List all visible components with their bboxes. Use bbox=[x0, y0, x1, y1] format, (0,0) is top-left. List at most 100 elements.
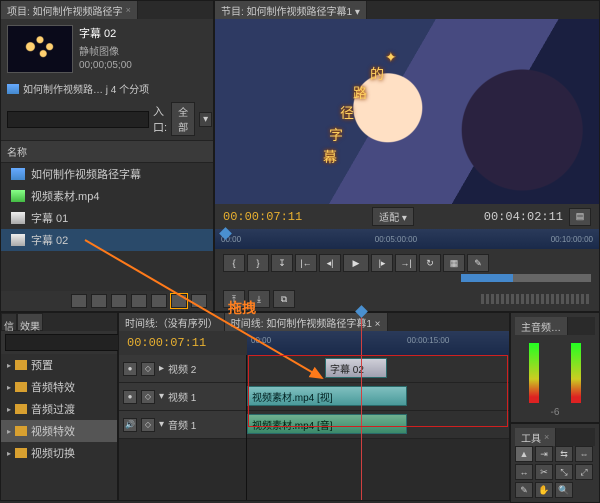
track-lock-button[interactable]: ◇ bbox=[141, 390, 155, 404]
folder-icon bbox=[7, 84, 19, 94]
effects-tree: ▸预置 ▸音频特效 ▸音频过渡 ▸视频特效 ▸视频切换 bbox=[1, 354, 117, 500]
ripple-tool[interactable]: ⇆ bbox=[555, 446, 573, 462]
effects-folder[interactable]: ▸音频特效 bbox=[1, 376, 117, 398]
current-timecode[interactable]: 00:00:07:11 bbox=[223, 210, 302, 224]
rolling-tool[interactable]: ⇔ bbox=[575, 446, 593, 462]
new-item-button[interactable] bbox=[171, 294, 187, 308]
asset-item[interactable]: 如何制作视频路径字幕 bbox=[1, 163, 213, 185]
set-in-button[interactable]: ↧ bbox=[271, 254, 293, 272]
total-timecode: 00:04:02:11 bbox=[484, 210, 563, 224]
asset-list: 如何制作视频路径字幕 视频素材.mp4 字幕 01 字幕 02 bbox=[1, 163, 213, 291]
trash-button[interactable] bbox=[191, 294, 207, 308]
track-lane[interactable]: 视频素材.mp4 [音] bbox=[247, 411, 509, 439]
title-icon bbox=[11, 212, 25, 224]
video-icon bbox=[11, 190, 25, 202]
effects-folder[interactable]: ▸预置 bbox=[1, 354, 117, 376]
entry-dropdown[interactable]: 全部 bbox=[171, 102, 195, 136]
find-button[interactable] bbox=[131, 294, 147, 308]
timeline-clip-video[interactable]: 视频素材.mp4 [视] bbox=[247, 386, 407, 406]
output-button[interactable]: ▤ bbox=[569, 208, 591, 226]
slip-tool[interactable]: ⤡ bbox=[555, 464, 573, 480]
audio-meter bbox=[571, 343, 581, 403]
folder-icon bbox=[15, 404, 27, 414]
effects-folder[interactable]: ▸视频切换 bbox=[1, 442, 117, 464]
asset-item[interactable]: 字幕 01 bbox=[1, 207, 213, 229]
info-tab[interactable]: 信 bbox=[1, 313, 17, 331]
effects-tab[interactable]: 效果 bbox=[17, 313, 43, 331]
timeline-playhead[interactable] bbox=[361, 313, 362, 500]
folder-icon bbox=[15, 382, 27, 392]
mark-out-button[interactable]: } bbox=[247, 254, 269, 272]
step-back-button[interactable]: ◂| bbox=[319, 254, 341, 272]
pen-tool[interactable]: ✎ bbox=[515, 482, 533, 498]
program-viewport[interactable]: ✦ 的 路 径 字 幕 bbox=[215, 19, 599, 204]
track-lock-button[interactable]: ◇ bbox=[141, 418, 155, 432]
mark-in-button[interactable]: { bbox=[223, 254, 245, 272]
slide-tool[interactable]: ⤢ bbox=[575, 464, 593, 480]
hand-tool[interactable]: ✋ bbox=[535, 482, 553, 498]
list-view-button[interactable] bbox=[71, 294, 87, 308]
effects-folder[interactable]: ▸音频过渡 bbox=[1, 398, 117, 420]
close-icon[interactable]: × bbox=[126, 5, 131, 15]
track-mute-button[interactable]: 🔊 bbox=[123, 418, 137, 432]
goto-in-button[interactable]: |← bbox=[295, 254, 317, 272]
auto-button[interactable] bbox=[111, 294, 127, 308]
folder-icon bbox=[15, 360, 27, 370]
timeline-clip-title[interactable]: 字幕 02 bbox=[325, 358, 387, 378]
loop-button[interactable]: ↻ bbox=[419, 254, 441, 272]
asset-item[interactable]: 字幕 02 bbox=[1, 229, 213, 251]
folder-icon bbox=[15, 448, 27, 458]
entry-label: 入口: bbox=[153, 103, 167, 135]
timeline-timecode[interactable]: 00:00:07:11 bbox=[127, 336, 206, 350]
clip-duration: 00;00;05;00 bbox=[79, 60, 132, 71]
step-fwd-button[interactable]: |▸ bbox=[371, 254, 393, 272]
lift-button[interactable]: ⤒ bbox=[223, 290, 245, 308]
zoom-tool[interactable]: 🔍 bbox=[555, 482, 573, 498]
program-tab[interactable]: 节目: 如何制作视频路径字幕1 ▾ bbox=[215, 1, 367, 19]
track-select-tool[interactable]: ⇥ bbox=[535, 446, 553, 462]
project-icon bbox=[11, 168, 25, 180]
clip-name: 字幕 02 bbox=[79, 25, 132, 41]
goto-out-button[interactable]: →| bbox=[395, 254, 417, 272]
bin-info: 如何制作视频路… j 4 个分项 bbox=[23, 81, 149, 96]
program-time-ruler[interactable]: 00:00 00:05:00:00 00:10:00:00 bbox=[215, 229, 599, 249]
timeline-clip-audio[interactable]: 视频素材.mp4 [音] bbox=[247, 414, 407, 434]
track-toggle-output-button[interactable]: ● bbox=[123, 390, 137, 404]
track-header[interactable]: 🔊 ◇ ▾音频 1 bbox=[119, 411, 246, 439]
entry-caret-icon[interactable]: ▾ bbox=[199, 112, 212, 127]
track-lane[interactable]: 视频素材.mp4 [视] bbox=[247, 383, 509, 411]
audio-mixer-tab[interactable]: 主音频… bbox=[515, 317, 568, 335]
icon-view-button[interactable] bbox=[91, 294, 107, 308]
extract-button[interactable]: ⤓ bbox=[248, 290, 270, 308]
jog-wheel[interactable] bbox=[481, 294, 591, 304]
shuttle-slider[interactable] bbox=[461, 274, 591, 282]
title-icon bbox=[11, 234, 25, 246]
rate-stretch-tool[interactable]: ↔ bbox=[515, 464, 533, 480]
track-toggle-output-button[interactable]: ● bbox=[123, 362, 137, 376]
folder-icon bbox=[15, 426, 27, 436]
project-search-input[interactable] bbox=[7, 111, 149, 128]
timeline-tab-empty[interactable]: 时间线:（没有序列） bbox=[119, 313, 225, 331]
track-lane[interactable]: 字幕 02 bbox=[247, 355, 509, 383]
trim-button[interactable]: ⧉ bbox=[273, 290, 295, 308]
db-label: -6 bbox=[515, 407, 595, 418]
clip-kind: 静帧图像 bbox=[79, 43, 132, 58]
razor-tool[interactable]: ✂ bbox=[535, 464, 553, 480]
track-lock-button[interactable]: ◇ bbox=[141, 362, 155, 376]
new-bin-button[interactable] bbox=[151, 294, 167, 308]
tools-tab[interactable]: 工具× bbox=[515, 428, 556, 446]
column-header-name[interactable]: 名称 bbox=[1, 140, 213, 163]
project-tab[interactable]: 项目: 如何制作视频路径字× bbox=[1, 1, 138, 19]
track-header[interactable]: ● ◇ ▾视频 1 bbox=[119, 383, 246, 411]
selection-tool[interactable]: ▲ bbox=[515, 446, 533, 462]
track-header[interactable]: ● ◇ ▸视频 2 bbox=[119, 355, 246, 383]
play-button[interactable]: ▶ bbox=[343, 254, 369, 272]
export-frame-button[interactable]: ✎ bbox=[467, 254, 489, 272]
asset-item[interactable]: 视频素材.mp4 bbox=[1, 185, 213, 207]
clip-thumbnail bbox=[7, 25, 73, 73]
effects-folder[interactable]: ▸视频特效 bbox=[1, 420, 117, 442]
timeline-ruler[interactable]: 00:00 00:00:15:00 bbox=[247, 331, 509, 355]
safe-margin-button[interactable]: ▦ bbox=[443, 254, 465, 272]
zoom-dropdown[interactable]: 适配 ▾ bbox=[372, 207, 414, 226]
audio-meter bbox=[529, 343, 539, 403]
